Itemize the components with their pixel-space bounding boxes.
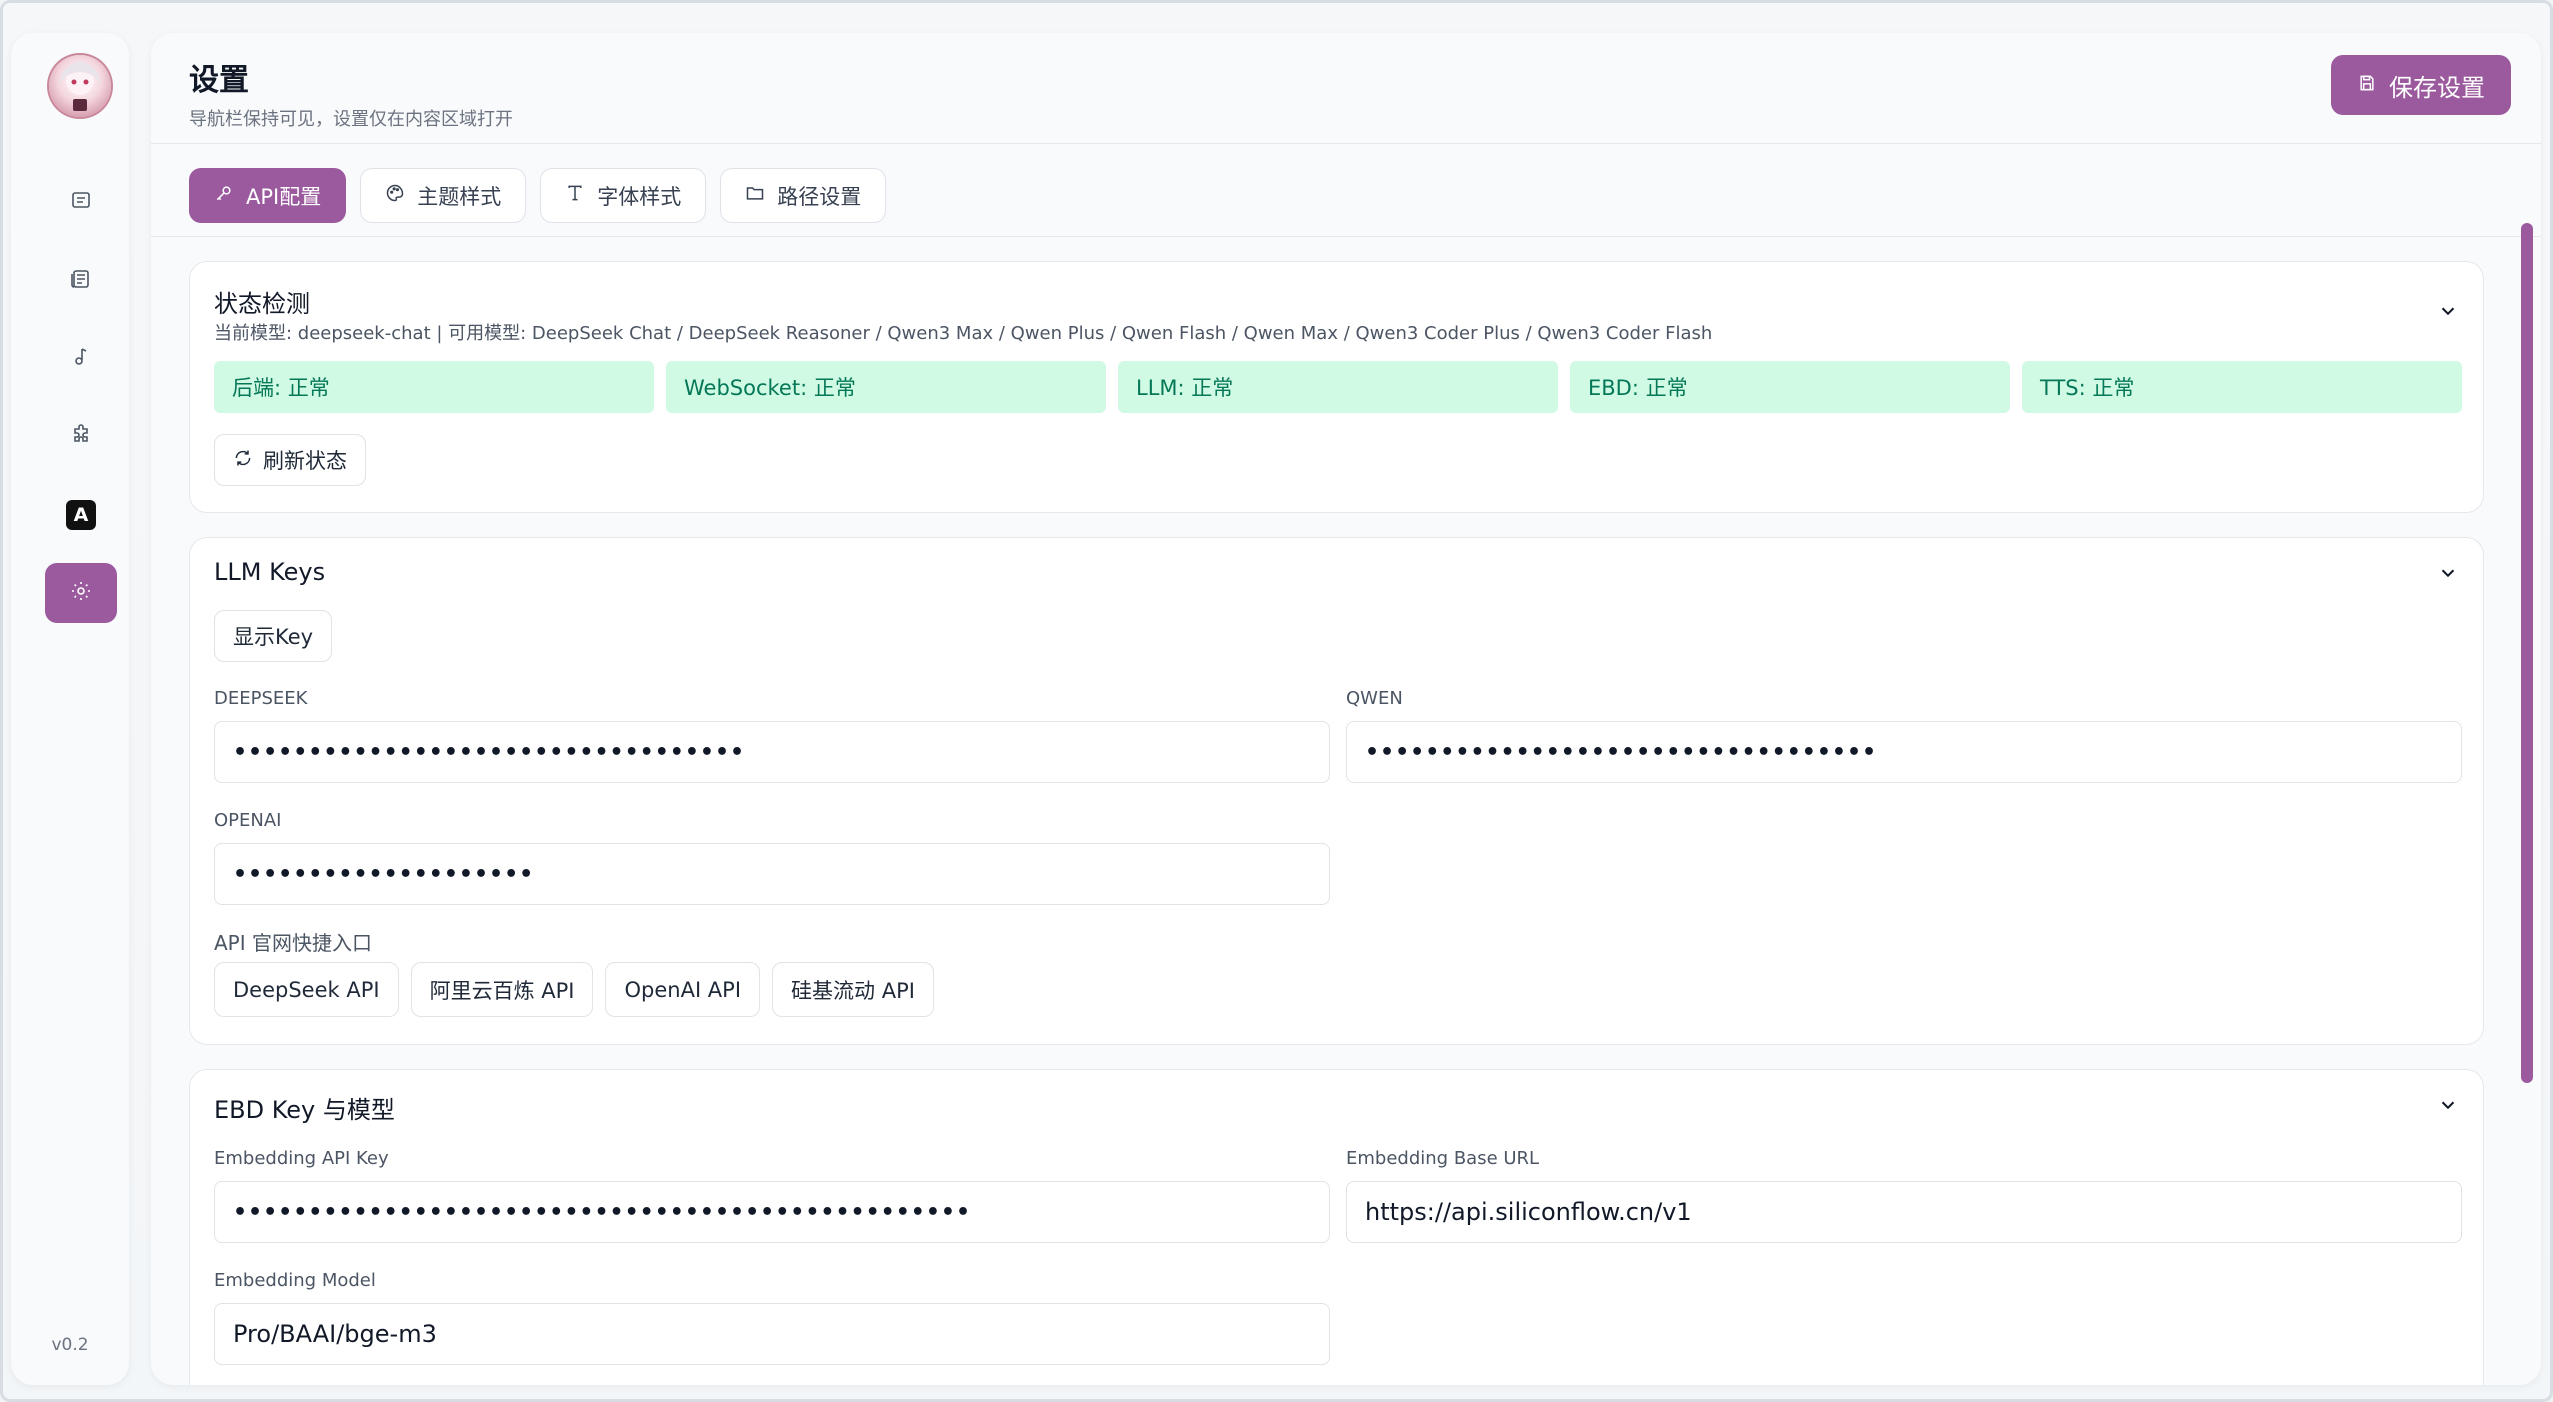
status-badge-tts: TTS: 正常 [2022,361,2462,413]
chevron-down-icon[interactable] [2437,562,2459,584]
tab-label: 字体样式 [597,184,682,209]
status-card: 状态检测 当前模型: deepseek-chat | 可用模型: DeepSee… [189,261,2484,513]
tab-font[interactable]: 字体样式 [540,168,707,223]
tab-label: 主题样式 [417,184,502,209]
music-icon [69,345,93,373]
qwen-key-field[interactable]: •••••••••••••••••••••••••••••••••• [1346,721,2462,783]
deepseek-key-label: DEEPSEEK [214,688,308,709]
puzzle-icon [69,423,93,451]
deepseek-api-link[interactable]: DeepSeek API [214,962,399,1017]
openai-api-link[interactable]: OpenAI API [605,962,761,1017]
settings-tabs: API配置 主题样式 字体样式 路径设置 [189,168,887,223]
app-window: A v0.2 设置 导航栏保持可见，设置仅在内容区域打开 保存设置 API配置 … [0,0,2553,1402]
tabs-divider [151,236,2541,237]
refresh-status-label: 刷新状态 [263,449,347,473]
status-badge-llm: LLM: 正常 [1118,361,1558,413]
embedding-api-key-field[interactable]: ••••••••••••••••••••••••••••••••••••••••… [214,1181,1330,1243]
tab-theme[interactable]: 主题样式 [360,168,527,223]
refresh-icon [233,448,253,473]
embedding-api-key-label: Embedding API Key [214,1148,389,1169]
page-subtitle: 导航栏保持可见，设置仅在内容区域打开 [189,109,513,130]
deepseek-key-field[interactable]: •••••••••••••••••••••••••••••••••• [214,721,1330,783]
header-divider [151,143,2541,144]
embedding-base-url-field[interactable]: https://api.siliconflow.cn/v1 [1346,1181,2462,1243]
embedding-model-label: Embedding Model [214,1270,376,1291]
tab-label: API配置 [246,184,322,209]
llm-keys-title: LLM Keys [214,558,326,586]
status-badge-ebd: EBD: 正常 [1570,361,2010,413]
scrollbar[interactable] [2521,223,2533,1083]
nav-settings[interactable] [45,563,117,623]
nav-chat[interactable] [45,173,117,233]
api-links-row: DeepSeek API 阿里云百炼 API OpenAI API 硅基流动 A… [214,962,934,1017]
status-badge-websocket: WebSocket: 正常 [666,361,1106,413]
show-key-button[interactable]: 显示Key [214,610,333,662]
avatar[interactable] [49,55,111,117]
gear-icon [69,579,93,607]
nav-font[interactable]: A [45,485,117,545]
embedding-model-field[interactable]: Pro/BAAI/bge-m3 [214,1303,1330,1365]
show-key-label: 显示Key [233,625,314,649]
save-settings-button[interactable]: 保存设置 [2331,55,2511,115]
page-title: 设置 [189,63,249,98]
type-icon [565,183,585,208]
nav-plugins[interactable] [45,407,117,467]
tab-path[interactable]: 路径设置 [720,168,887,223]
settings-panel: 设置 导航栏保持可见，设置仅在内容区域打开 保存设置 API配置 主题样式 字体… [151,33,2541,1385]
key-icon [214,183,234,208]
status-row: 后端: 正常 WebSocket: 正常 LLM: 正常 EBD: 正常 TTS… [214,361,2462,413]
llm-keys-card: LLM Keys 显示Key DEEPSEEK ••••••••••••••••… [189,537,2484,1045]
siliconflow-api-link[interactable]: 硅基流动 API [772,962,934,1017]
chevron-down-icon[interactable] [2437,300,2459,322]
status-card-title: 状态检测 [214,290,310,318]
version-label: v0.2 [51,1335,89,1355]
api-links-label: API 官网快捷入口 [214,931,372,955]
status-badge-backend: 后端: 正常 [214,361,654,413]
save-settings-label: 保存设置 [2389,73,2485,102]
aliyun-bailian-api-link[interactable]: 阿里云百炼 API [410,962,594,1017]
openai-key-label: OPENAI [214,810,282,831]
refresh-status-button[interactable]: 刷新状态 [214,434,366,486]
ebd-card: EBD Key 与模型 Embedding API Key ••••••••••… [189,1069,2484,1385]
status-card-subtitle: 当前模型: deepseek-chat | 可用模型: DeepSeek Cha… [214,323,1713,344]
nav-news[interactable] [45,251,117,311]
chevron-down-icon[interactable] [2437,1094,2459,1116]
folder-icon [745,183,765,208]
page-header: 设置 导航栏保持可见，设置仅在内容区域打开 [189,55,513,131]
news-icon [69,267,93,295]
sidebar: A v0.2 [11,33,129,1385]
qwen-key-label: QWEN [1346,688,1403,709]
palette-icon [385,183,405,208]
openai-key-field[interactable]: •••••••••••••••••••• [214,843,1330,905]
ebd-card-title: EBD Key 与模型 [214,1096,395,1124]
tab-label: 路径设置 [777,184,862,209]
chat-icon [69,189,93,217]
font-icon: A [66,500,96,530]
embedding-base-url-label: Embedding Base URL [1346,1148,1540,1169]
nav-music[interactable] [45,329,117,389]
tab-api-config[interactable]: API配置 [189,168,347,223]
save-icon [2357,71,2377,99]
